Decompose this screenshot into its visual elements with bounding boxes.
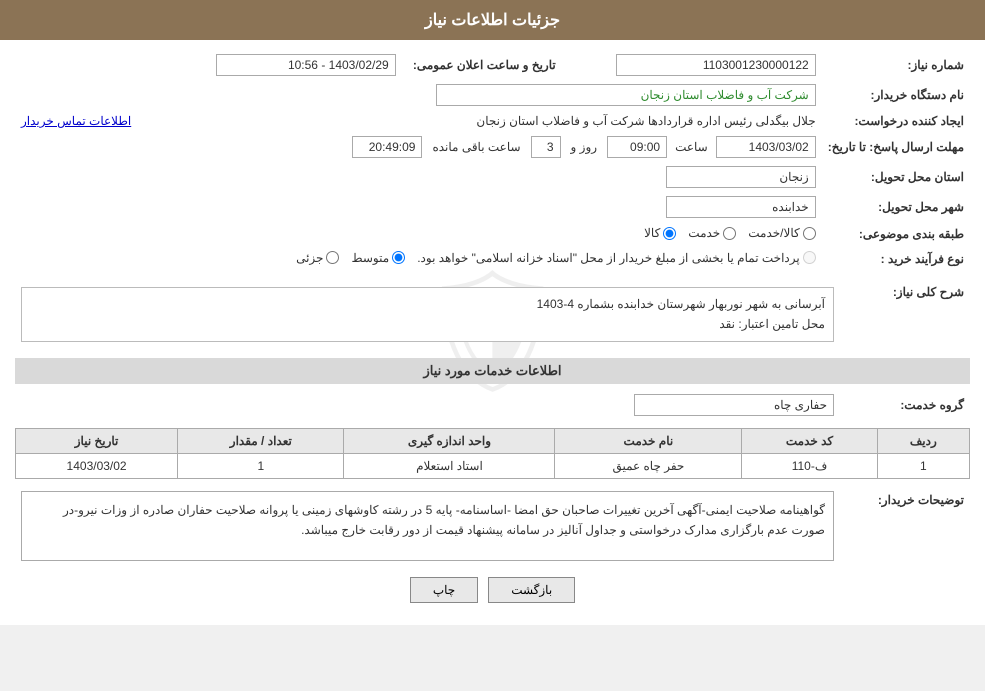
response-days-label: روز و: [571, 140, 598, 154]
services-section-title: اطلاعات خدمات مورد نیاز: [15, 358, 970, 384]
service-group-value: حفاری چاه: [634, 394, 834, 416]
cell-count: 1: [178, 453, 344, 478]
table-row: 1 ف-110 حفر چاه عمیق استاد استعلام 1 140…: [16, 453, 970, 478]
col-header-unit: واحد اندازه گیری: [344, 428, 555, 453]
cell-name: حفر چاه عمیق: [555, 453, 742, 478]
process-label: نوع فرآیند خرید :: [822, 247, 970, 272]
category-kala-label: کالا: [644, 226, 660, 240]
col-header-name: نام خدمت: [555, 428, 742, 453]
service-group-table: گروه خدمت: حفاری چاه: [15, 390, 970, 420]
process-note-label: پرداخت تمام یا بخشی از مبلغ خریدار از مح…: [417, 251, 800, 265]
province-label: استان محل تحویل:: [822, 162, 970, 192]
notes-label: توضیحات خریدار:: [840, 487, 970, 565]
button-row: بازگشت چاپ: [15, 577, 970, 603]
requester-label: ایجاد کننده درخواست:: [822, 110, 970, 132]
requester-value: جلال بیگدلی رئیس اداره قراردادها شرکت آب…: [476, 114, 815, 128]
response-time-label: ساعت: [675, 140, 708, 154]
process-jozee-label: جزئی: [296, 251, 323, 265]
page-title: جزئیات اطلاعات نیاز: [425, 12, 560, 29]
response-time: 09:00: [607, 136, 667, 158]
notes-table: توضیحات خریدار: گواهینامه صلاحیت ایمنی-آ…: [15, 487, 970, 565]
process-option-note: پرداخت تمام یا بخشی از مبلغ خریدار از مح…: [417, 251, 816, 265]
description-box: آبرسانی به شهر نوربهار شهرستان خدابنده ب…: [21, 287, 834, 342]
response-deadline-label: مهلت ارسال پاسخ: تا تاریخ:: [822, 132, 970, 162]
category-khedmat-label: خدمت: [688, 226, 720, 240]
description-table: شرح کلی نیاز: آبرسانی به شهر نوربهار شهر…: [15, 279, 970, 350]
process-radio-group: پرداخت تمام یا بخشی از مبلغ خریدار از مح…: [296, 251, 816, 265]
category-kala-khedmat-label: کالا/خدمت: [748, 226, 799, 240]
announce-date-label: تاریخ و ساعت اعلان عمومی:: [402, 50, 562, 80]
services-data-table: ردیف کد خدمت نام خدمت واحد اندازه گیری ت…: [15, 428, 970, 479]
process-option-motavasset[interactable]: متوسط: [351, 251, 405, 265]
category-radio-group: کالا/خدمت خدمت کالا: [644, 226, 816, 240]
description-line2: محل تامین اعتبار: نقد: [30, 314, 825, 334]
col-header-row: ردیف: [877, 428, 969, 453]
col-header-date: تاریخ نیاز: [16, 428, 178, 453]
process-motavasset-label: متوسط: [351, 251, 389, 265]
response-days: 3: [531, 136, 561, 158]
contact-link[interactable]: اطلاعات تماس خریدار: [21, 114, 131, 128]
category-option-kala-khedmat[interactable]: کالا/خدمت: [748, 226, 815, 240]
buyer-name-value: شرکت آب و فاضلاب استان زنجان: [436, 84, 816, 106]
process-option-jozee[interactable]: جزئی: [296, 251, 339, 265]
col-header-code: کد خدمت: [742, 428, 877, 453]
page-header: جزئیات اطلاعات نیاز: [0, 0, 985, 40]
category-label: طبقه بندی موضوعی:: [822, 222, 970, 247]
cell-unit: استاد استعلام: [344, 453, 555, 478]
main-info-table: شماره نیاز: 1103001230000122 تاریخ و ساع…: [15, 50, 970, 271]
service-group-label: گروه خدمت:: [840, 390, 970, 420]
niyaz-number-value: 1103001230000122: [616, 54, 816, 76]
category-option-kala[interactable]: کالا: [644, 226, 676, 240]
announce-date-value: 1403/02/29 - 10:56: [216, 54, 396, 76]
response-remaining: 20:49:09: [352, 136, 422, 158]
cell-row: 1: [877, 453, 969, 478]
description-label: شرح کلی نیاز:: [840, 279, 970, 350]
province-value: زنجان: [666, 166, 816, 188]
city-value: خدابنده: [666, 196, 816, 218]
notes-box: گواهینامه صلاحیت ایمنی-آگهی آخرین تغییرا…: [21, 491, 834, 561]
response-remaining-label: ساعت باقی مانده: [432, 140, 520, 154]
description-line1: آبرسانی به شهر نوربهار شهرستان خدابنده ب…: [30, 294, 825, 314]
back-button[interactable]: بازگشت: [488, 577, 575, 603]
col-header-count: تعداد / مقدار: [178, 428, 344, 453]
niyaz-number-label: شماره نیاز:: [822, 50, 970, 80]
city-label: شهر محل تحویل:: [822, 192, 970, 222]
response-date: 1403/03/02: [716, 136, 816, 158]
cell-code: ف-110: [742, 453, 877, 478]
print-button[interactable]: چاپ: [410, 577, 478, 603]
category-option-khedmat[interactable]: خدمت: [688, 226, 736, 240]
buyer-name-label: نام دستگاه خریدار:: [822, 80, 970, 110]
cell-date: 1403/03/02: [16, 453, 178, 478]
